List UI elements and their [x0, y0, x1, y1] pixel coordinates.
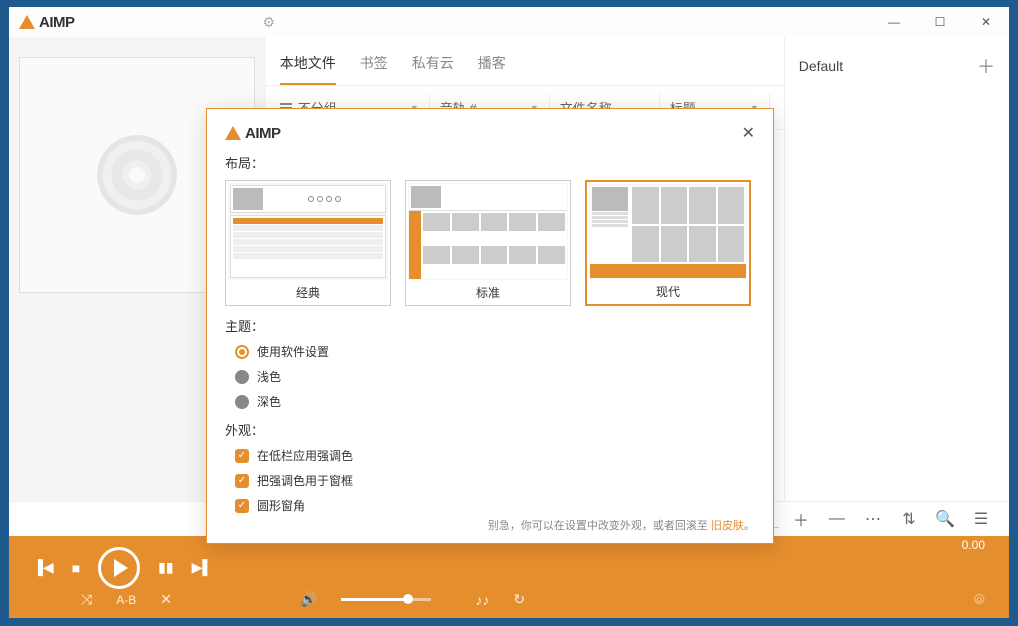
gear-icon[interactable]: ⚙ [262, 14, 275, 31]
appearance-label-2: 圆形窗角 [257, 497, 305, 514]
dialog-brand: AIMP [245, 125, 281, 142]
shuffle-button[interactable]: ⤨ [81, 591, 92, 608]
layout-preview-classic [228, 183, 388, 280]
appearance-option-rounded[interactable]: ✓ 圆形窗角 [235, 497, 755, 514]
logo-icon [225, 126, 241, 140]
radio-icon [235, 395, 249, 409]
theme-option-system[interactable]: 使用软件设置 [235, 343, 755, 360]
remove-button[interactable]: — [823, 508, 851, 530]
skin-setup-dialog: AIMP ✕ 布局： 经典 标准 现代 主题： 使 [206, 108, 774, 544]
dialog-logo: AIMP [225, 125, 281, 142]
layout-preview-standard [408, 183, 568, 280]
play-icon [114, 559, 128, 577]
appearance-label-0: 在低栏应用强调色 [257, 447, 353, 464]
tab-local[interactable]: 本地文件 [280, 53, 336, 85]
repeat-button[interactable]: ↻ [513, 591, 525, 608]
disc-icon [97, 135, 177, 215]
dialog-close-button[interactable]: ✕ [742, 123, 755, 143]
right-sidebar-header: Default ＋ [799, 53, 995, 79]
more-button[interactable]: ⋯ [859, 508, 887, 530]
footer-text: 别急，你可以在设置中改变外观，或者回滚至 [488, 520, 708, 532]
appearance-label-1: 把强调色用于窗框 [257, 472, 353, 489]
appearance-section-label: 外观： [225, 420, 755, 439]
equalizer-button[interactable]: ♪♪ [475, 592, 489, 608]
tab-podcast[interactable]: 播客 [478, 53, 506, 85]
layout-label-classic: 经典 [228, 280, 388, 303]
layout-options: 经典 标准 现代 [225, 180, 755, 306]
cast-icon[interactable]: ⦾ [974, 591, 985, 608]
checkbox-icon: ✓ [235, 474, 249, 488]
volume-icon[interactable]: 🔊 [300, 591, 317, 608]
theme-label-light: 浅色 [257, 368, 281, 385]
checkbox-icon: ✓ [235, 499, 249, 513]
theme-option-dark[interactable]: 深色 [235, 393, 755, 410]
player-controls: ▐◀ ■ ▮▮ ▶▌ [9, 544, 1009, 591]
next-button[interactable]: ▶▌ [192, 559, 213, 576]
layout-label-standard: 标准 [408, 280, 568, 303]
appearance-options: ✓ 在低栏应用强调色 ✓ 把强调色用于窗框 ✓ 圆形窗角 [225, 447, 755, 514]
play-button[interactable] [98, 547, 140, 589]
title-bar: AIMP ⚙ — ☐ ✕ [9, 7, 1009, 37]
playlist-name: Default [799, 58, 843, 74]
footer-suffix: 。 [744, 520, 755, 532]
right-sidebar: Default ＋ [784, 37, 1009, 501]
app-name: AIMP [39, 14, 75, 31]
logo-icon [19, 15, 35, 29]
tabs-row: 本地文件 书签 私有云 播客 [266, 37, 784, 86]
layout-option-standard[interactable]: 标准 [405, 180, 571, 306]
theme-label-system: 使用软件设置 [257, 343, 329, 360]
window-controls: — ☐ ✕ [871, 7, 1009, 37]
layout-section-label: 布局： [225, 153, 755, 172]
layout-option-modern[interactable]: 现代 [585, 180, 751, 306]
tab-bookmarks[interactable]: 书签 [360, 53, 388, 85]
radio-icon [235, 345, 249, 359]
checkbox-icon: ✓ [235, 449, 249, 463]
left-header: AIMP ⚙ [9, 14, 285, 31]
theme-section-label: 主题： [225, 316, 755, 335]
player-bar: 0.00 ▐◀ ■ ▮▮ ▶▌ ⤨ A-B ✕ 🔊 ♪♪ ↻ ⦾ [9, 536, 1009, 618]
stop-button[interactable]: ■ [72, 560, 80, 576]
radio-icon [235, 370, 249, 384]
close-button[interactable]: ✕ [963, 7, 1009, 37]
theme-options: 使用软件设置 浅色 深色 [225, 343, 755, 410]
time-display: 0.00 [962, 538, 985, 552]
theme-option-light[interactable]: 浅色 [235, 368, 755, 385]
crossfade-button[interactable]: ✕ [160, 591, 172, 608]
appearance-option-accent-frame[interactable]: ✓ 把强调色用于窗框 [235, 472, 755, 489]
layout-label-modern: 现代 [589, 279, 747, 302]
dialog-header: AIMP ✕ [225, 123, 755, 143]
appearance-option-accent-bottom[interactable]: ✓ 在低栏应用强调色 [235, 447, 755, 464]
theme-label-dark: 深色 [257, 393, 281, 410]
add-button[interactable]: ＋ [787, 508, 815, 530]
sort-button[interactable]: ⇅ [895, 508, 923, 530]
search-button[interactable]: 🔍 [931, 508, 959, 530]
footer-rollback-link[interactable]: 旧皮肤 [711, 520, 744, 532]
volume-slider[interactable] [341, 598, 431, 601]
ab-loop-button[interactable]: A-B [116, 593, 136, 607]
add-playlist-button[interactable]: ＋ [977, 53, 995, 79]
prev-button[interactable]: ▐◀ [33, 559, 54, 576]
maximize-button[interactable]: ☐ [917, 7, 963, 37]
app-logo: AIMP [19, 14, 75, 31]
tab-cloud[interactable]: 私有云 [412, 53, 454, 85]
dialog-footer: 别急，你可以在设置中改变外观，或者回滚至 旧皮肤。 [225, 517, 755, 533]
layout-preview-modern [589, 184, 747, 279]
volume-thumb[interactable] [403, 594, 413, 604]
menu-button[interactable]: ☰ [967, 508, 995, 530]
layout-option-classic[interactable]: 经典 [225, 180, 391, 306]
minimize-button[interactable]: — [871, 7, 917, 37]
player-secondary: ⤨ A-B ✕ 🔊 ♪♪ ↻ ⦾ [9, 591, 1009, 618]
pause-button[interactable]: ▮▮ [158, 559, 173, 576]
